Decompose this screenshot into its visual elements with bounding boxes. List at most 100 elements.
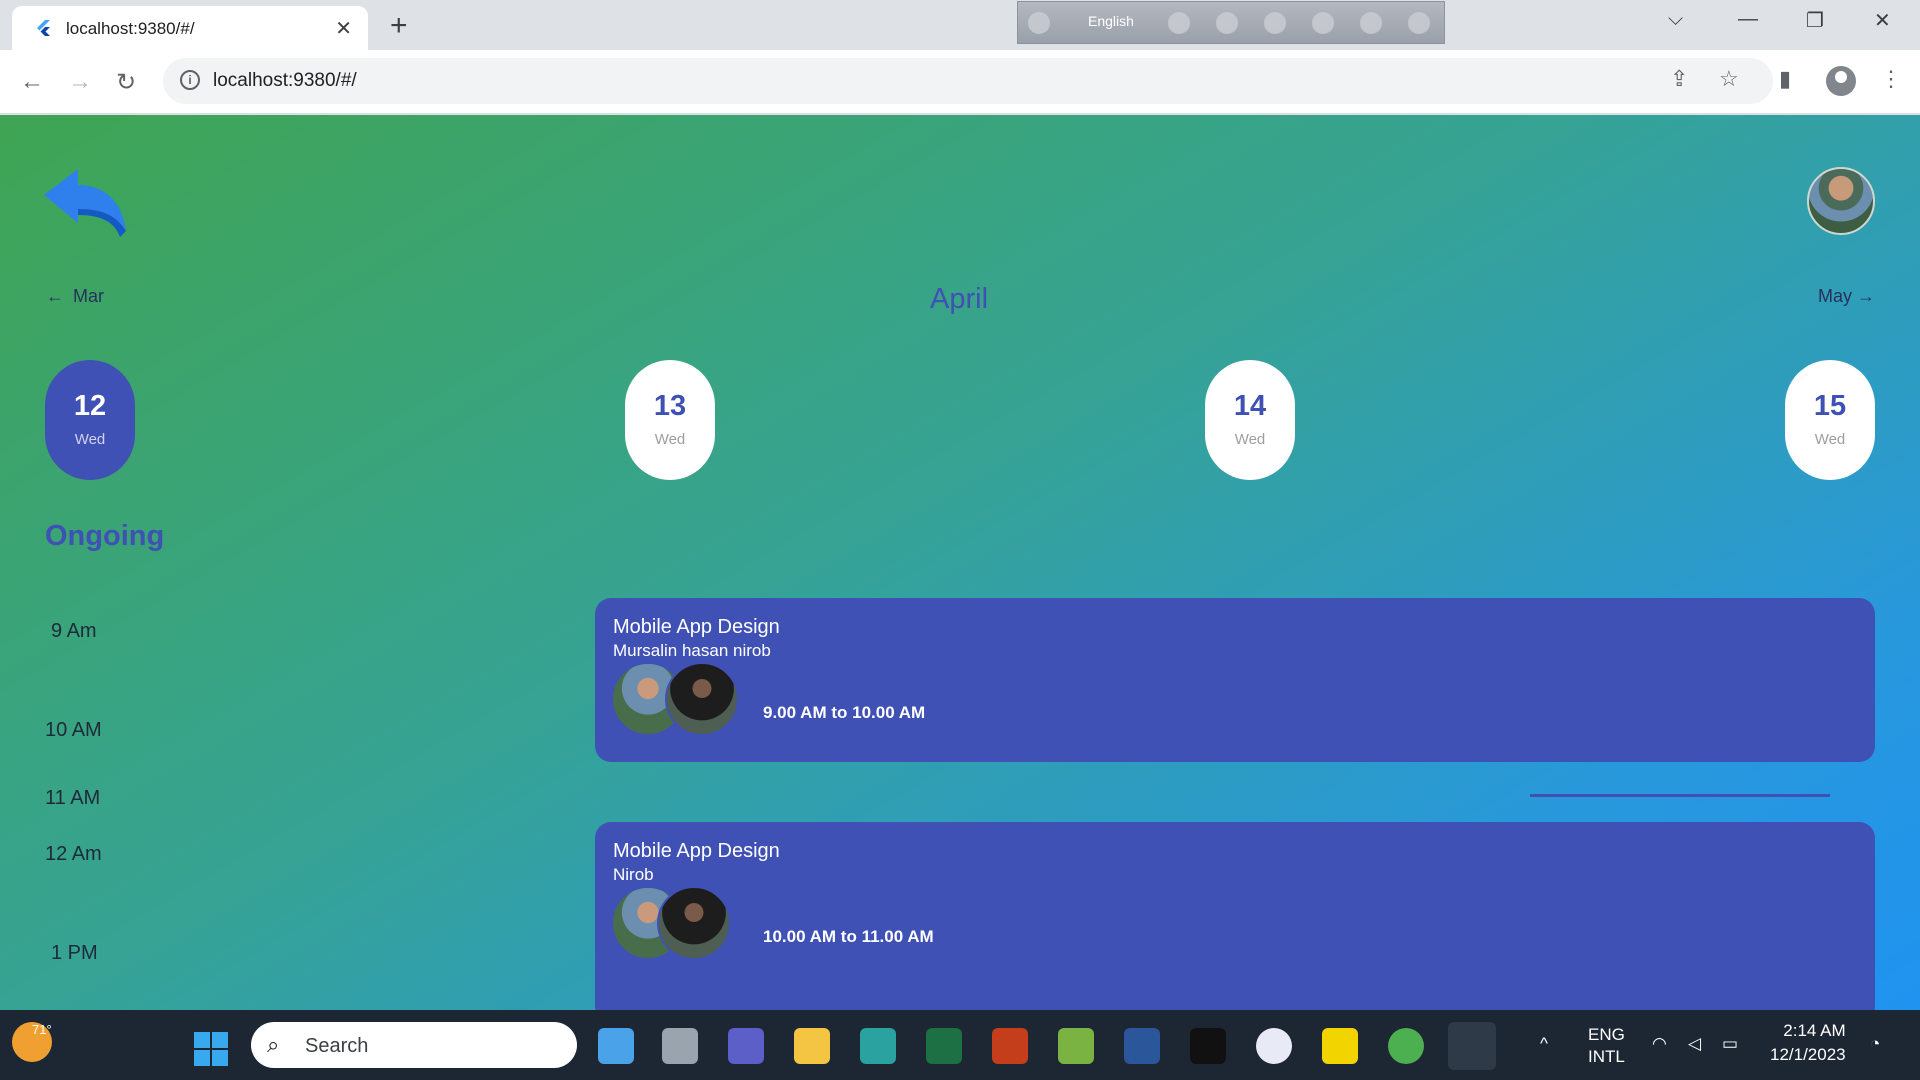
tab-search-icon[interactable]: ⌵ — [1668, 8, 1683, 31]
back-icon[interactable]: ← — [20, 68, 44, 96]
powerpoint-icon[interactable] — [992, 1028, 1028, 1064]
tab-title: localhost:9380/#/ — [66, 19, 195, 38]
info-icon[interactable] — [1408, 12, 1430, 34]
word-icon[interactable] — [1124, 1028, 1160, 1064]
minimize-icon[interactable]: — — [1738, 8, 1758, 31]
browser-toolbar: ← → ↻ i localhost:9380/#/ ⇪ ☆ ▮ ⋮ — [0, 50, 1920, 114]
avatar[interactable] — [1807, 167, 1875, 235]
day-chip-13[interactable]: 13 Wed — [625, 360, 715, 480]
arrow-left-icon: ← — [46, 286, 64, 306]
avatar — [665, 662, 739, 736]
wifi-icon[interactable]: ◠ — [1652, 1034, 1667, 1054]
ie-icon[interactable] — [1312, 12, 1334, 34]
day-weekday: Wed — [74, 431, 106, 448]
new-tab-icon[interactable]: + — [390, 9, 408, 43]
event-title: Mobile App Design — [613, 840, 780, 862]
restore-icon[interactable]: ❐ — [1806, 8, 1824, 33]
clock[interactable]: 2:14 AM 12/1/2023 — [1770, 1019, 1846, 1067]
copilot-icon[interactable] — [598, 1028, 634, 1064]
search-label: Search — [305, 1035, 369, 1057]
prev-month-label: Mar — [73, 286, 105, 306]
event-subtitle: Mursalin hasan nirob — [613, 641, 771, 660]
event-subtitle: Nirob — [613, 865, 654, 884]
event-title: Mobile App Design — [613, 616, 780, 638]
time-label: 12 Am — [45, 843, 102, 865]
store-icon[interactable] — [1058, 1028, 1094, 1064]
next-month-button[interactable]: May → — [1818, 286, 1875, 307]
ime-toolbar: English — [1017, 1, 1445, 44]
brush-icon[interactable] — [1216, 12, 1238, 34]
event-time: 10.00 AM to 11.00 AM — [763, 927, 934, 946]
player-icon[interactable] — [1322, 1028, 1358, 1064]
section-title: Ongoing — [45, 520, 165, 552]
side-panel-icon[interactable]: ▮ — [1779, 66, 1791, 92]
address-bar[interactable]: i localhost:9380/#/ — [163, 58, 1773, 104]
share-icon[interactable]: ⇪ — [1670, 66, 1688, 92]
ime-logo-icon[interactable] — [1028, 12, 1050, 34]
notification-bell-icon[interactable]: ◔ — [1870, 1034, 1880, 1054]
browser-tab[interactable]: localhost:9380/#/ ✕ — [12, 6, 368, 50]
event-card[interactable]: Mobile App Design Mursalin hasan nirob 9… — [595, 598, 1875, 762]
close-tab-icon[interactable]: ✕ — [335, 16, 352, 41]
teams-icon[interactable] — [728, 1028, 764, 1064]
clock-date: 12/1/2023 — [1770, 1045, 1846, 1064]
task-view-icon[interactable] — [662, 1028, 698, 1064]
chrome-dev-icon[interactable] — [1388, 1028, 1424, 1064]
bookmark-star-icon[interactable]: ☆ — [1719, 66, 1739, 92]
search-icon: ⌕ — [267, 1032, 280, 1057]
keyboard-icon[interactable] — [1168, 12, 1190, 34]
browser-tab-bar: localhost:9380/#/ ✕ + English ⌵ — ❐ ✕ — [0, 0, 1920, 50]
clock-time: 2:14 AM — [1783, 1021, 1846, 1040]
battery-icon[interactable]: ▭ — [1722, 1034, 1738, 1054]
time-label: 1 PM — [51, 942, 98, 964]
divider — [1530, 794, 1830, 797]
arrow-right-icon: → — [1857, 286, 1876, 306]
menu-icon[interactable]: ⋮ — [1880, 66, 1902, 92]
forward-icon[interactable]: → — [68, 68, 92, 96]
reload-icon[interactable]: ↻ — [116, 68, 136, 97]
current-month-title: April — [930, 283, 989, 315]
time-label: 11 AM — [45, 787, 101, 809]
day-number: 13 — [653, 390, 687, 422]
close-window-icon[interactable]: ✕ — [1874, 8, 1891, 33]
avatar — [657, 886, 731, 960]
day-number: 12 — [73, 390, 107, 422]
lang-line1: ENG — [1588, 1025, 1625, 1044]
lang-line2: INTL — [1588, 1047, 1625, 1066]
edge-icon[interactable] — [860, 1028, 896, 1064]
day-chip-15[interactable]: 15 Wed — [1785, 360, 1875, 480]
prev-month-button[interactable]: ← Mar — [46, 286, 104, 307]
help-icon[interactable] — [1360, 12, 1382, 34]
ime-language[interactable]: English — [1088, 13, 1134, 29]
language-indicator[interactable]: ENG INTL — [1588, 1024, 1625, 1068]
day-weekday: Wed — [1234, 431, 1266, 448]
time-label: 9 Am — [51, 620, 97, 642]
weather-temperature: 71° — [32, 1022, 52, 1037]
calendar-app: ← Mar April May → 12 Wed 13 Wed 14 Wed 1… — [0, 115, 1920, 1010]
app-store-icon[interactable] — [1256, 1028, 1292, 1064]
day-chip-14[interactable]: 14 Wed — [1205, 360, 1295, 480]
day-number: 15 — [1813, 390, 1847, 422]
file-explorer-icon[interactable] — [794, 1028, 830, 1064]
url-text[interactable]: localhost:9380/#/ — [213, 70, 357, 92]
taskbar-search[interactable]: ⌕ Search — [251, 1022, 577, 1068]
day-chip-12[interactable]: 12 Wed — [45, 360, 135, 480]
windows-start-icon[interactable] — [194, 1032, 228, 1066]
flutter-icon — [37, 20, 50, 36]
chrome-icon[interactable] — [1448, 1022, 1496, 1070]
taskbar: 71° ⌕ Search ^ ENG INTL ◠ ◁ ▭ 2:14 AM 12… — [0, 1010, 1920, 1080]
time-label: 10 AM — [45, 719, 102, 741]
next-month-label: May — [1818, 286, 1853, 306]
gear-icon[interactable] — [1264, 12, 1286, 34]
reply-back-icon[interactable] — [40, 165, 132, 245]
creative-cloud-icon[interactable] — [1190, 1028, 1226, 1064]
chevron-up-icon[interactable]: ^ — [1540, 1034, 1548, 1054]
profile-icon[interactable] — [1826, 66, 1856, 96]
day-weekday: Wed — [654, 431, 686, 448]
day-number: 14 — [1233, 390, 1267, 422]
volume-icon[interactable]: ◁ — [1688, 1034, 1701, 1054]
info-icon[interactable]: i — [180, 70, 200, 90]
event-card[interactable]: Mobile App Design Nirob 10.00 AM to 11.0… — [595, 822, 1875, 1010]
event-time: 9.00 AM to 10.00 AM — [763, 703, 926, 722]
excel-icon[interactable] — [926, 1028, 962, 1064]
